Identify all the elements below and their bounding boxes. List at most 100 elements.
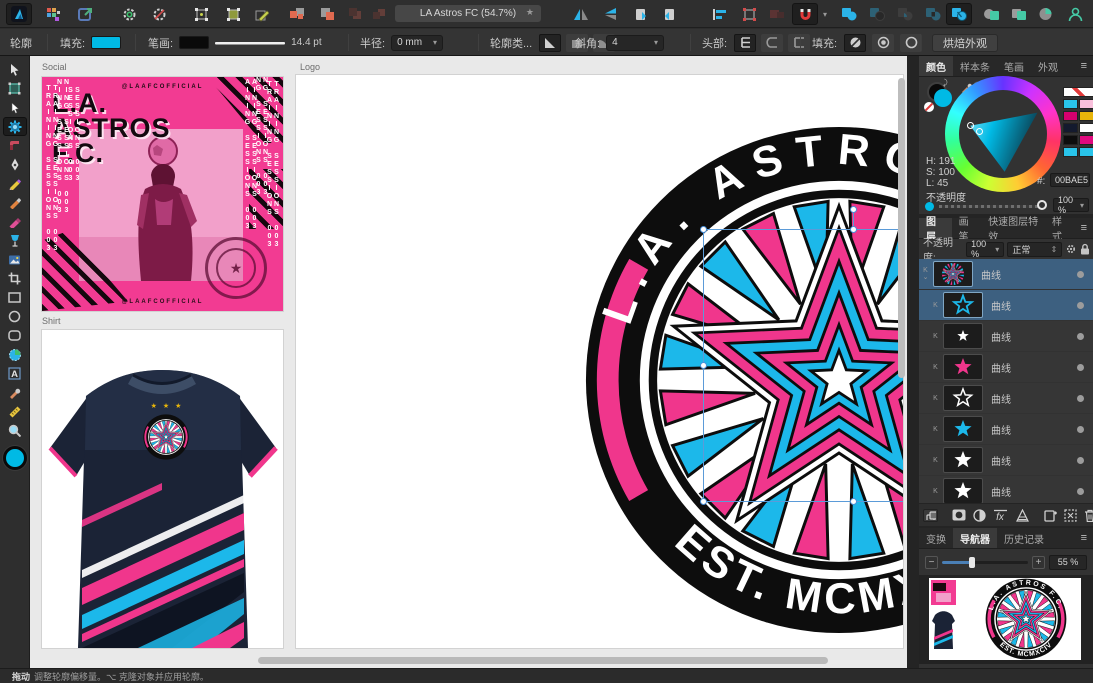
layer-thumbnail[interactable] bbox=[943, 385, 983, 411]
swatch-black[interactable] bbox=[1063, 135, 1078, 145]
snap-midpoints-button[interactable] bbox=[220, 3, 246, 25]
layer-row[interactable]: K曲线 bbox=[919, 383, 1093, 413]
artboard-tool[interactable] bbox=[3, 79, 27, 98]
pen-tool[interactable] bbox=[3, 155, 27, 174]
selection-bounding-box[interactable] bbox=[703, 229, 903, 502]
opacity-slider-handle[interactable] bbox=[1037, 200, 1047, 210]
zoom-slider-handle[interactable] bbox=[969, 557, 975, 568]
layer-row[interactable]: K曲线 bbox=[919, 290, 1093, 320]
navigator-thumbnail[interactable]: L.A. ASTROS F.C.EST. MCMXCIV bbox=[919, 575, 1093, 664]
selection-handle-nw[interactable] bbox=[700, 226, 707, 233]
settings-gear-button[interactable] bbox=[116, 3, 142, 25]
measure-tool[interactable] bbox=[3, 402, 27, 421]
artboard-label-social[interactable]: Social bbox=[42, 62, 67, 72]
layer-name[interactable]: 曲线 bbox=[991, 422, 1011, 437]
layer-name[interactable]: 曲线 bbox=[991, 453, 1011, 468]
hue-wheel[interactable] bbox=[945, 76, 1061, 192]
artboard-social[interactable]: @LAAFCOFFICIAL L.A. ASTROS F.C. TRAINING… bbox=[42, 77, 283, 311]
adjustment-icon[interactable] bbox=[973, 509, 986, 522]
layer-name[interactable]: 曲线 bbox=[991, 298, 1011, 313]
account-button[interactable] bbox=[1062, 3, 1088, 25]
swatch-light-pink[interactable] bbox=[1079, 99, 1093, 109]
corner-tool[interactable] bbox=[3, 136, 27, 155]
mask-icon[interactable] bbox=[952, 509, 966, 521]
layer-handle-icon[interactable]: K bbox=[929, 457, 942, 464]
insert-top-button[interactable] bbox=[1032, 3, 1058, 25]
document-selector[interactable]: LA Astros FC (54.7%) ★ bbox=[395, 5, 541, 22]
layer-visibility-dot[interactable] bbox=[1077, 364, 1084, 371]
stroke-width-slider[interactable] bbox=[215, 37, 285, 49]
insert-inside-button[interactable] bbox=[1006, 3, 1032, 25]
layer-effects-icon[interactable]: fx bbox=[993, 509, 1008, 522]
app-logo-button[interactable] bbox=[6, 3, 32, 25]
fill-solid-button[interactable] bbox=[872, 34, 894, 52]
fill-none-button[interactable] bbox=[844, 34, 866, 52]
layer-name[interactable]: 曲线 bbox=[991, 484, 1011, 499]
star-tool[interactable] bbox=[3, 345, 27, 364]
swap-colors-icon[interactable]: ⤸ bbox=[943, 78, 948, 88]
layer-thumbnail[interactable] bbox=[933, 261, 973, 287]
selection-handle-sw[interactable] bbox=[700, 498, 707, 505]
zoom-percentage[interactable]: 55 % bbox=[1049, 555, 1087, 570]
gear-icon[interactable] bbox=[1065, 243, 1076, 255]
fill-color-swatch[interactable] bbox=[91, 36, 121, 49]
artboard-shirt[interactable]: ★ ★ ★ bbox=[42, 330, 283, 648]
layer-name[interactable]: 曲线 bbox=[991, 360, 1011, 375]
selection-handle-n[interactable] bbox=[850, 226, 857, 233]
active-color-well[interactable] bbox=[3, 446, 27, 470]
node-tool[interactable] bbox=[3, 98, 27, 117]
layer-handle-icon[interactable]: K bbox=[929, 426, 942, 433]
miter-input[interactable]: 4▾ bbox=[606, 35, 664, 51]
boolean-divide-button[interactable] bbox=[946, 3, 972, 25]
zoom-in-button[interactable]: + bbox=[1032, 556, 1045, 569]
bake-appearance-button[interactable]: 烘焙外观 bbox=[932, 34, 998, 52]
fill-hollow-button[interactable] bbox=[900, 34, 922, 52]
boolean-intersect-button[interactable] bbox=[892, 3, 918, 25]
layer-visibility-dot[interactable] bbox=[1077, 395, 1084, 402]
layer-name[interactable]: 曲线 bbox=[991, 329, 1011, 344]
export-persona-button[interactable] bbox=[72, 3, 98, 25]
new-pixel-layer-icon[interactable] bbox=[1064, 509, 1077, 522]
layer-thumbnail[interactable] bbox=[943, 447, 983, 473]
cap-round-button[interactable] bbox=[761, 34, 783, 52]
tab-transform[interactable]: 变换 bbox=[919, 528, 953, 548]
swatch-cyan-2[interactable] bbox=[1063, 147, 1078, 157]
snap-object-button[interactable] bbox=[764, 3, 790, 25]
tab-color[interactable]: 颜色 bbox=[919, 56, 953, 76]
arrange-front-button[interactable] bbox=[284, 3, 310, 25]
vector-brush-tool[interactable] bbox=[3, 193, 27, 212]
layer-name[interactable]: 曲线 bbox=[981, 267, 1001, 282]
swatch-white[interactable] bbox=[1079, 123, 1093, 133]
crop-tool[interactable] bbox=[3, 269, 27, 288]
layer-visibility-dot[interactable] bbox=[1077, 426, 1084, 433]
layer-visibility-dot[interactable] bbox=[1077, 488, 1084, 495]
join-miter-button[interactable] bbox=[539, 34, 561, 52]
layer-handle-icon[interactable]: K⌄ bbox=[919, 267, 932, 281]
layer-row[interactable]: K 曲线 bbox=[919, 414, 1093, 444]
layer-thumbnail[interactable] bbox=[943, 292, 983, 318]
tab-swatches[interactable]: 样本条 bbox=[953, 56, 997, 76]
layer-visibility-dot[interactable] bbox=[1077, 271, 1084, 278]
layer-handle-icon[interactable]: K bbox=[929, 488, 942, 495]
fill-tool[interactable] bbox=[3, 212, 27, 231]
artboard-label-shirt[interactable]: Shirt bbox=[42, 316, 61, 326]
boolean-add-button[interactable] bbox=[836, 3, 862, 25]
rotate-cw-button[interactable] bbox=[656, 3, 682, 25]
snapping-dropdown-chevron[interactable]: ▾ bbox=[823, 10, 827, 19]
swatch-pink[interactable] bbox=[1079, 135, 1093, 145]
boolean-xor-button[interactable] bbox=[920, 3, 946, 25]
rounded-rectangle-tool[interactable] bbox=[3, 326, 27, 345]
swatch-yellow[interactable] bbox=[1079, 111, 1093, 121]
vertical-scrollbar[interactable] bbox=[898, 78, 905, 378]
blend-mode-select[interactable]: 正常⇕ bbox=[1007, 242, 1062, 257]
canvas-viewport[interactable]: Social @LAAFCOFFICIAL L.A. ASTROS bbox=[30, 56, 907, 668]
settings-gear-off-button[interactable] bbox=[146, 3, 172, 25]
rotate-ccw-button[interactable] bbox=[628, 3, 654, 25]
swatch-magenta[interactable] bbox=[1063, 111, 1078, 121]
opacity-slider[interactable] bbox=[939, 205, 1041, 208]
zoom-tool[interactable] bbox=[3, 421, 27, 440]
layer-thumbnail[interactable] bbox=[943, 416, 983, 442]
arrange-forward-button[interactable] bbox=[314, 3, 340, 25]
layer-visibility-dot[interactable] bbox=[1077, 302, 1084, 309]
text-tool[interactable]: A bbox=[3, 364, 27, 383]
